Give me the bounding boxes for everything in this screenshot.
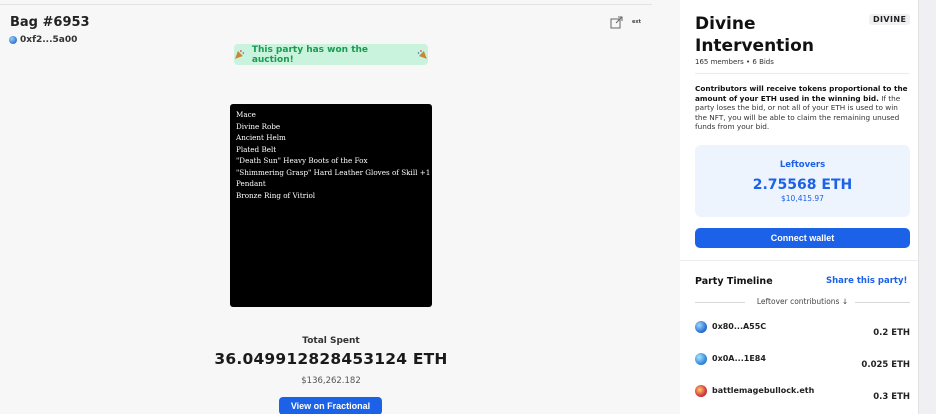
party-badge: DIVINE [869,14,911,25]
contributions-section-header[interactable]: Leftover contributions ↓ [695,297,910,307]
divider [680,260,918,261]
top-divider [0,4,652,5]
party-info-text: Contributors will receive tokens proport… [695,84,910,132]
party-popper-icon [417,50,428,59]
timeline-title: Party Timeline [695,276,773,287]
timeline-row[interactable]: 0x0A...1E84 0.025 ETH [695,352,910,370]
avatar [695,385,707,397]
nft-item: Ancient Helm [236,133,286,142]
contributor-name: 0x80...A55C [712,322,767,331]
owner-avatar [9,36,17,44]
leftovers-label: Leftovers [779,160,826,170]
party-meta: 165 members • 6 Bids [695,58,774,66]
nft-item: Bronze Ring of Vitriol [236,190,316,200]
nft-item: "Death Sun" Heavy Boots of the Fox [236,156,368,165]
contribution-amount: 0.3 ETH [873,392,910,402]
avatar [695,353,707,365]
owner-address-text: 0xf2...5a00 [20,35,78,45]
divider [918,0,919,414]
divider [695,73,910,74]
party-sidebar: Divine Intervention DIVINE 165 members •… [680,0,918,414]
external-link[interactable]: ext [632,19,641,25]
party-name: Divine Intervention [695,14,814,56]
nft-image[interactable]: Mace Divine Robe Ancient Helm Plated Bel… [230,104,432,307]
nft-item: Mace [236,110,256,119]
leftovers-usd: $10,415.97 [781,194,824,203]
nft-item: Plated Belt [236,144,277,154]
owner-address[interactable]: 0xf2...5a00 [9,35,77,45]
timeline-row[interactable]: 0x80...A55C 0.2 ETH [695,320,910,338]
won-banner: This party has won the auction! [234,44,428,65]
share-icon[interactable] [610,16,623,29]
total-spent-eth: 36.049912828453124 ETH [214,350,448,368]
nft-item: "Shimmering Grasp" Hard Leather Gloves o… [236,167,431,177]
avatar [695,321,707,333]
contribution-amount: 0.2 ETH [873,328,910,338]
total-spent-usd: $136,262.182 [301,376,361,386]
timeline-row[interactable]: battlemagebullock.eth 0.3 ETH [695,384,910,402]
view-on-fractional-button[interactable]: View on Fractional [279,397,382,414]
contribution-amount: 0.025 ETH [861,360,910,370]
contributor-name: 0x0A...1E84 [712,354,766,363]
leftovers-card: Leftovers 2.75568 ETH $10,415.97 [695,145,910,217]
nft-panel: Bag #6953 0xf2...5a00 ext This party has… [0,0,680,414]
leftovers-eth: 2.75568 ETH [752,177,853,193]
party-info-bold: Contributors will receive tokens proport… [695,84,908,103]
won-banner-text: This party has won the auction! [251,44,369,65]
nft-item: Divine Robe [236,121,281,131]
scroll-gutter [918,0,936,414]
connect-wallet-button[interactable]: Connect wallet [695,228,910,248]
nft-item: Pendant [236,179,266,188]
divider [855,302,910,303]
contributor-name: battlemagebullock.eth [712,386,815,395]
nft-title: Bag #6953 [10,15,90,30]
share-party-link[interactable]: Share this party! [826,276,907,286]
party-popper-icon [234,50,245,59]
total-spent-label: Total Spent [302,336,360,346]
